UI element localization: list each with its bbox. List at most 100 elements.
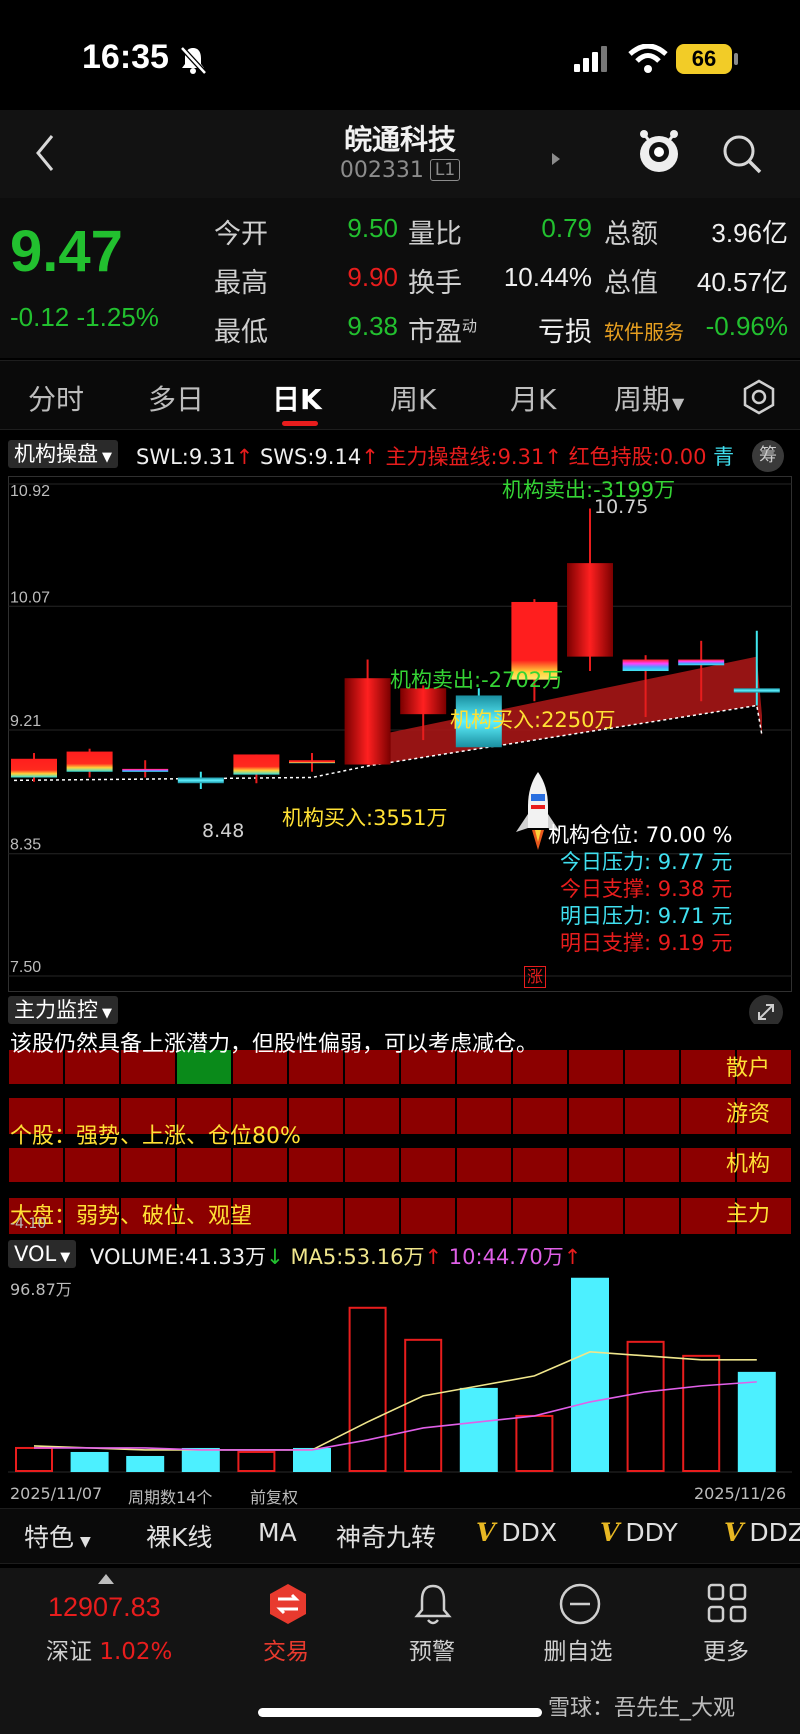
tab-multi-day[interactable]: 多日 bbox=[148, 378, 204, 418]
candle-body bbox=[344, 678, 391, 765]
volume-ratio-value: 0.79 bbox=[541, 213, 592, 243]
info-value: 9.77 元 bbox=[657, 850, 733, 874]
volume-chart[interactable] bbox=[8, 1274, 792, 1474]
monitor-cell bbox=[289, 1198, 343, 1234]
row-label-main-force: 主力 bbox=[726, 1202, 771, 1227]
monitor-axis-low: -4.10 bbox=[10, 1216, 47, 1232]
tool-naked-k[interactable]: 裸K线 bbox=[146, 1518, 212, 1554]
monitor-cell bbox=[289, 1148, 343, 1182]
sector-label[interactable]: 软件服务 bbox=[604, 316, 684, 345]
adjust-mode[interactable]: 前复权 bbox=[250, 1484, 298, 1508]
annotation-sell-2: 机构卖出:-2702万 bbox=[390, 668, 564, 692]
alert-bell-icon[interactable] bbox=[410, 1580, 456, 1628]
index-expand-icon[interactable] bbox=[98, 1574, 114, 1584]
volume-ma10: 10:44.70万 bbox=[448, 1245, 564, 1269]
monitor-cell bbox=[401, 1198, 455, 1234]
volume-bar bbox=[70, 1451, 109, 1472]
monitor-cell bbox=[345, 1148, 399, 1182]
monitor-cell bbox=[401, 1098, 455, 1134]
home-indicator bbox=[258, 1708, 542, 1717]
turnover-rate-label: 换手 bbox=[408, 268, 462, 299]
sws-value: SWS:9.14 bbox=[259, 445, 362, 469]
tab-weekly-k[interactable]: 周K bbox=[390, 378, 436, 418]
more-grid-icon[interactable] bbox=[704, 1580, 750, 1626]
monitor-cell bbox=[513, 1198, 567, 1234]
volume-select[interactable]: VOL ▼ bbox=[8, 1240, 77, 1268]
sector-change-value: -0.96% bbox=[705, 311, 788, 341]
monitor-cell bbox=[457, 1148, 511, 1182]
tool-ddz[interactable]: V DDZ bbox=[724, 1518, 800, 1547]
trade-icon[interactable] bbox=[264, 1580, 312, 1628]
info-value: 70.00 % bbox=[645, 823, 733, 847]
info-box: 机构仓位: 70.00 % 今日压力: 9.77 元 今日支撑: 9.38 元 … bbox=[548, 822, 733, 957]
remove-watchlist-icon[interactable] bbox=[556, 1580, 604, 1628]
nav-trade[interactable]: 交易 bbox=[226, 1632, 346, 1666]
indicator-select[interactable]: 机构操盘 ▼ bbox=[8, 440, 118, 468]
red-hold-value: 红色持股:0.00 bbox=[568, 445, 707, 469]
sws-up-arrow: ↑ bbox=[361, 445, 379, 469]
market-cap-label: 总值 bbox=[604, 268, 658, 299]
monitor-cell bbox=[625, 1098, 679, 1134]
current-price: 9.47 bbox=[10, 219, 123, 284]
monitor-cell bbox=[233, 1148, 287, 1182]
monitor-cell bbox=[513, 1098, 567, 1134]
tool-special-dropdown-icon: ▼ bbox=[80, 1534, 91, 1550]
nav-alert[interactable]: 预警 bbox=[372, 1632, 492, 1666]
vip-v-icon: V bbox=[724, 1518, 744, 1547]
index-name-row[interactable]: 深证 1.02% bbox=[46, 1632, 172, 1666]
volume-value: VOLUME:41.33万 bbox=[90, 1245, 267, 1269]
market-cap-value: 40.57亿 bbox=[696, 267, 788, 297]
chip-distribution-button[interactable]: 筹 bbox=[752, 440, 784, 472]
info-label: 明日压力: bbox=[560, 904, 652, 928]
high-value: 9.90 bbox=[347, 262, 398, 292]
play-triangle-icon[interactable] bbox=[552, 153, 560, 165]
info-label: 今日支撑: bbox=[560, 877, 652, 901]
tab-period[interactable]: 周期 ▼ bbox=[614, 378, 684, 418]
index-value[interactable]: 12907.83 bbox=[48, 1592, 161, 1623]
monitor-line-1: 该股仍然具备上涨潜力，但股性偏弱，可以考虑减仓。 bbox=[10, 1032, 539, 1057]
monitor-select[interactable]: 主力监控 ▼ bbox=[8, 996, 118, 1024]
monitor-cell bbox=[401, 1148, 455, 1182]
volume-bar bbox=[181, 1447, 220, 1472]
volume-bar bbox=[15, 1446, 53, 1472]
candle-body bbox=[733, 688, 780, 693]
tool-special[interactable]: 特色 ▼ bbox=[24, 1518, 91, 1554]
main-line-up-arrow: ↑ bbox=[544, 445, 562, 469]
mascot-icon[interactable] bbox=[636, 126, 682, 176]
change-percent: -1.25% bbox=[76, 302, 159, 332]
candle-body bbox=[11, 758, 57, 778]
nav-remove-watchlist[interactable]: 删自选 bbox=[518, 1632, 638, 1666]
cellular-signal-icon bbox=[574, 46, 607, 72]
monitor-cell bbox=[121, 1148, 175, 1182]
candle-body bbox=[678, 659, 725, 666]
turnover-amount-value: 3.96亿 bbox=[711, 218, 788, 248]
tab-intraday[interactable]: 分时 bbox=[28, 378, 84, 418]
tool-ddy[interactable]: V DDY bbox=[600, 1518, 678, 1547]
candle-body bbox=[233, 754, 280, 775]
monitor-line-2: 个股：强势、上涨、仓位80% bbox=[10, 1124, 301, 1149]
change-value: -0.12 bbox=[10, 302, 70, 332]
volume-bar bbox=[459, 1387, 498, 1472]
search-icon[interactable] bbox=[720, 132, 764, 176]
cyan-hold-label: 青 bbox=[713, 445, 735, 469]
battery-tip bbox=[734, 53, 738, 65]
tool-ddx[interactable]: V DDX bbox=[476, 1518, 557, 1547]
tool-magic-nine[interactable]: 神奇九转 bbox=[336, 1518, 436, 1554]
pe-label-text: 市盈 bbox=[408, 317, 462, 348]
candle-body bbox=[289, 760, 335, 764]
tool-ddx-label: DDX bbox=[501, 1518, 558, 1547]
tool-special-label: 特色 bbox=[24, 1523, 75, 1552]
stock-code: 002331 bbox=[339, 158, 424, 183]
settings-icon[interactable] bbox=[740, 378, 778, 416]
nav-more[interactable]: 更多 bbox=[666, 1632, 786, 1666]
candle-body bbox=[622, 659, 669, 672]
tab-daily-k[interactable]: 日K bbox=[272, 378, 322, 418]
period-dropdown-icon: ▼ bbox=[672, 394, 685, 413]
indicator-dropdown-icon: ▼ bbox=[102, 450, 112, 465]
tool-ma[interactable]: MA bbox=[258, 1518, 297, 1547]
tab-monthly-k[interactable]: 月K bbox=[510, 378, 556, 418]
main-line-value: 主力操盘线:9.31 bbox=[385, 445, 545, 469]
vip-v-icon: V bbox=[600, 1518, 620, 1547]
period-count: 周期数14个 bbox=[128, 1488, 213, 1507]
ma10-up-arrow: ↑ bbox=[563, 1245, 582, 1269]
